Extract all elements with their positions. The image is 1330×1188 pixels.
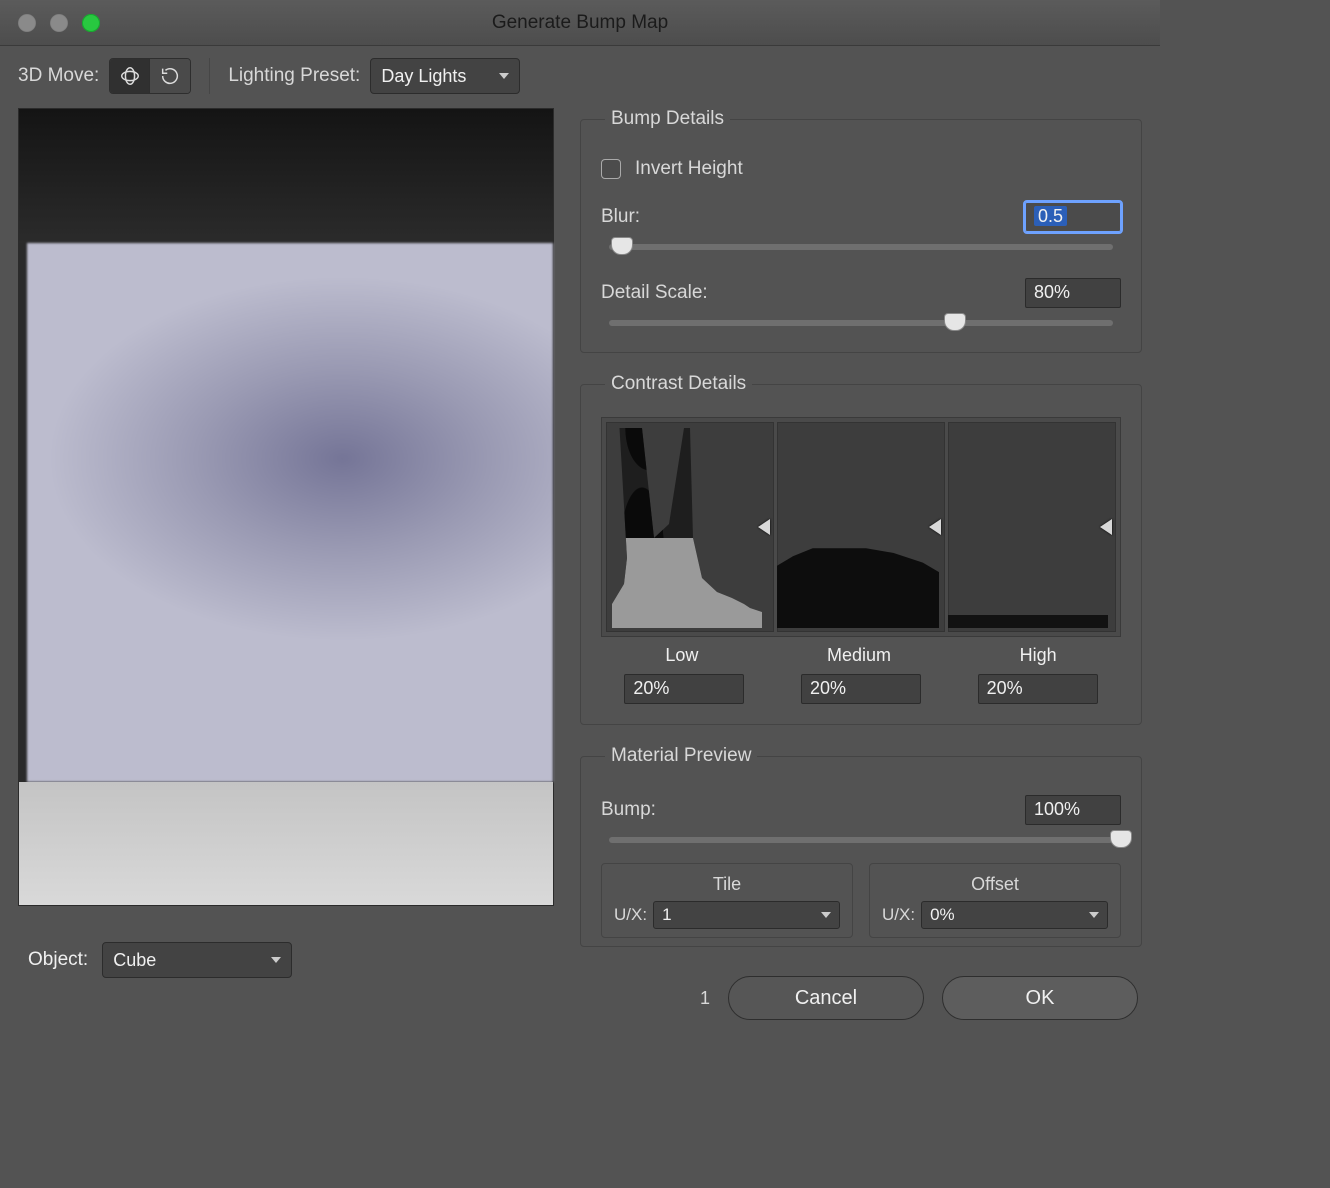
toolbar-divider [209, 58, 210, 94]
contrast-label-low: Low [665, 645, 698, 666]
bump-input[interactable]: 100% [1025, 795, 1121, 825]
contrast-handle-high[interactable] [1100, 519, 1112, 535]
chevron-down-icon [1089, 912, 1099, 918]
preview-viewport[interactable] [18, 108, 554, 906]
contrast-zone-medium[interactable] [777, 422, 945, 632]
contrast-handle-medium[interactable] [929, 519, 941, 535]
offset-ux-select[interactable]: 0% [921, 901, 1108, 929]
bump-details-legend: Bump Details [605, 108, 730, 130]
offset-group: Offset U/X: 0% [869, 863, 1121, 938]
contrast-zone-low[interactable] [606, 422, 774, 632]
contrast-medium-input[interactable]: 20% [801, 674, 921, 704]
move-label: 3D Move: [18, 65, 99, 87]
material-preview-legend: Material Preview [605, 745, 757, 767]
lighting-preset-select[interactable]: Day Lights [370, 58, 520, 94]
offset-ux-label: U/X: [882, 905, 915, 925]
invert-height-label: Invert Height [635, 158, 743, 180]
page-indicator: 1 [700, 988, 710, 1009]
dialog-footer: 1 Cancel OK [0, 960, 1160, 1036]
slider-thumb[interactable] [1110, 830, 1132, 848]
detail-scale-slider[interactable] [601, 314, 1121, 332]
orbit-button[interactable] [110, 59, 150, 93]
tile-ux-label: U/X: [614, 905, 647, 925]
blur-slider[interactable] [601, 238, 1121, 256]
lighting-label: Lighting Preset: [228, 65, 360, 87]
bump-slider[interactable] [601, 831, 1121, 849]
slider-thumb[interactable] [944, 313, 966, 331]
contrast-handle-low[interactable] [758, 519, 770, 535]
ok-button[interactable]: OK [942, 976, 1138, 1020]
toolbar: 3D Move: Lighting Preset: Day Lights [0, 46, 1160, 104]
contrast-zone-high[interactable] [948, 422, 1116, 632]
contrast-histogram[interactable] [601, 417, 1121, 637]
blur-label: Blur: [601, 206, 640, 228]
tile-legend: Tile [614, 874, 840, 895]
offset-legend: Offset [882, 874, 1108, 895]
bump-details-panel: Bump Details Invert Height Blur: 0.5 Det… [580, 108, 1142, 353]
tile-group: Tile U/X: 1 [601, 863, 853, 938]
detail-scale-input[interactable]: 80% [1025, 278, 1121, 308]
slider-thumb[interactable] [611, 237, 633, 255]
material-preview-panel: Material Preview Bump: 100% Tile U/X: 1 [580, 745, 1142, 947]
contrast-high-input[interactable]: 20% [978, 674, 1098, 704]
tile-ux-select[interactable]: 1 [653, 901, 840, 929]
lighting-preset-value: Day Lights [381, 66, 466, 87]
invert-height-checkbox[interactable] [601, 159, 621, 179]
move-mode-group [109, 58, 191, 94]
window-title: Generate Bump Map [0, 12, 1160, 34]
contrast-label-high: High [1020, 645, 1057, 666]
chevron-down-icon [499, 73, 509, 79]
contrast-label-medium: Medium [827, 645, 891, 666]
detail-scale-label: Detail Scale: [601, 282, 708, 304]
contrast-details-legend: Contrast Details [605, 373, 752, 395]
bump-label: Bump: [601, 799, 656, 821]
rotate-button[interactable] [150, 59, 190, 93]
tile-ux-value: 1 [662, 905, 671, 925]
cancel-button[interactable]: Cancel [728, 976, 924, 1020]
chevron-down-icon [821, 912, 831, 918]
titlebar: Generate Bump Map [0, 0, 1160, 46]
blur-input[interactable]: 0.5 [1025, 202, 1121, 232]
contrast-details-panel: Contrast Details Low Medium High [580, 373, 1142, 725]
contrast-low-input[interactable]: 20% [624, 674, 744, 704]
offset-ux-value: 0% [930, 905, 955, 925]
